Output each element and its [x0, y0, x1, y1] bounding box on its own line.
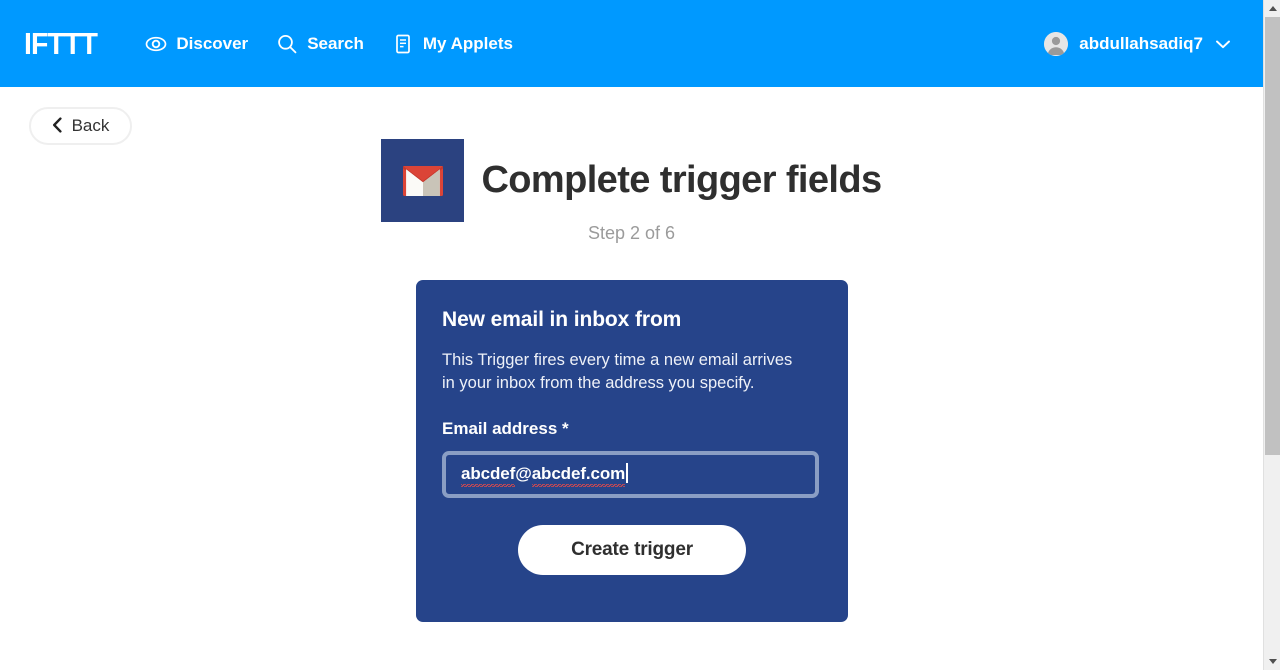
scroll-up-arrow-icon [1268, 6, 1277, 11]
nav-item-search[interactable]: Search [276, 33, 364, 55]
create-trigger-button-label: Create trigger [571, 539, 693, 561]
ifttt-logo[interactable]: IFTTT [24, 28, 98, 59]
email-value-at: @ [515, 463, 532, 483]
text-caret [626, 462, 629, 483]
nav-item-my-applets[interactable]: My Applets [392, 33, 513, 55]
email-field-label: Email address * [442, 419, 569, 439]
chevron-down-icon [1216, 34, 1230, 54]
gmail-icon [381, 139, 465, 222]
eye-icon [145, 33, 167, 55]
nav-label-discover: Discover [176, 33, 249, 53]
page-root: IFTTT Discover Search My Applets abdulla… [0, 0, 1280, 670]
email-address-input[interactable]: abcdef@abcdef.com [442, 451, 819, 499]
email-value-domain: abcdef.com [531, 463, 625, 487]
email-input-value: abcdef@abcdef.com [461, 462, 629, 487]
account-menu[interactable]: abdullahsadiq7 [1044, 31, 1230, 56]
main-nav: Discover Search My Applets [145, 33, 513, 55]
email-value-local: abcdef [461, 463, 515, 487]
page-title-row: Complete trigger fields [0, 139, 1263, 222]
chevron-left-icon [52, 116, 63, 136]
trigger-card: New email in inbox from This Trigger fir… [416, 280, 848, 622]
nav-label-my-applets: My Applets [422, 33, 513, 53]
back-button-label: Back [71, 116, 110, 135]
nav-item-discover[interactable]: Discover [145, 33, 248, 55]
scroll-down-arrow-icon [1268, 659, 1277, 664]
trigger-card-title: New email in inbox from [442, 308, 682, 331]
document-icon [392, 33, 414, 55]
page-title: Complete trigger fields [481, 159, 882, 201]
vertical-scrollbar[interactable] [1263, 0, 1280, 670]
scroll-thumb[interactable] [1265, 17, 1280, 455]
nav-label-search: Search [307, 33, 364, 53]
create-trigger-button[interactable]: Create trigger [518, 525, 746, 576]
trigger-card-description: This Trigger fires every time a new emai… [442, 351, 793, 392]
account-username: abdullahsadiq7 [1079, 33, 1203, 53]
scroll-up-arrow[interactable] [1264, 0, 1280, 17]
top-navigation-bar: IFTTT Discover Search My Applets abdulla… [0, 0, 1263, 87]
scroll-down-arrow[interactable] [1264, 653, 1280, 670]
user-avatar-icon [1044, 31, 1069, 56]
step-indicator: Step 2 of 6 [587, 223, 676, 243]
search-icon [276, 33, 298, 55]
